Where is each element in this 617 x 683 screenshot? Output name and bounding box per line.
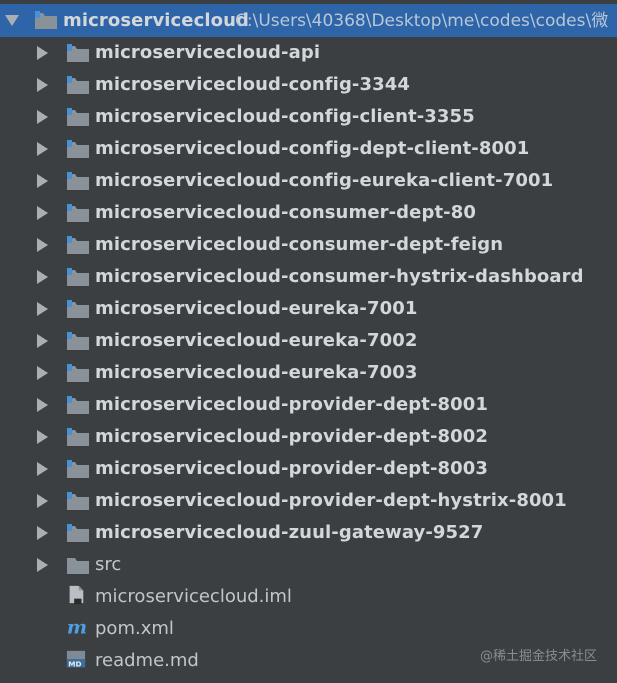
module-folder-icon bbox=[67, 332, 89, 350]
module-folder-icon bbox=[67, 108, 89, 126]
module-name: microservicecloud-eureka-7003 bbox=[95, 362, 418, 383]
tree-row-file[interactable]: m pom.xml bbox=[0, 613, 617, 645]
tree-row-module[interactable]: microservicecloud-provider-dept-8002 bbox=[0, 421, 617, 453]
tree-row-module[interactable]: microservicecloud-eureka-7002 bbox=[0, 325, 617, 357]
module-folder-icon bbox=[67, 492, 89, 510]
file-name: microservicecloud.iml bbox=[95, 586, 292, 607]
expand-arrow-icon[interactable] bbox=[37, 526, 48, 540]
file-name: readme.md bbox=[95, 650, 199, 671]
expand-arrow-icon[interactable] bbox=[37, 238, 48, 252]
module-name: microservicecloud-consumer-hystrix-dashb… bbox=[95, 266, 584, 287]
module-name: microservicecloud-eureka-7001 bbox=[95, 298, 418, 319]
file-name: pom.xml bbox=[95, 618, 174, 639]
tree-row-folder[interactable]: src bbox=[0, 549, 617, 581]
module-name: microservicecloud-consumer-dept-80 bbox=[95, 202, 476, 223]
tree-row-module[interactable]: microservicecloud-config-dept-client-800… bbox=[0, 133, 617, 165]
module-folder-icon bbox=[67, 268, 89, 286]
tree-row-module[interactable]: microservicecloud-api bbox=[0, 37, 617, 69]
tree-row-module[interactable]: microservicecloud-eureka-7003 bbox=[0, 357, 617, 389]
tree-row-module[interactable]: microservicecloud-zuul-gateway-9527 bbox=[0, 517, 617, 549]
module-folder-icon bbox=[67, 396, 89, 414]
svg-text:m: m bbox=[67, 617, 87, 637]
expand-arrow-icon[interactable] bbox=[37, 110, 48, 124]
tree-row-module[interactable]: microservicecloud-consumer-dept-feign bbox=[0, 229, 617, 261]
module-name: microservicecloud-eureka-7002 bbox=[95, 330, 418, 351]
tree-row-module[interactable]: microservicecloud-provider-dept-hystrix-… bbox=[0, 485, 617, 517]
maven-file-icon: m bbox=[67, 617, 87, 637]
module-name: microservicecloud-provider-dept-8001 bbox=[95, 394, 489, 415]
expand-arrow-icon[interactable] bbox=[37, 206, 48, 220]
module-name: microservicecloud-config-eureka-client-7… bbox=[95, 170, 554, 191]
module-name: microservicecloud-config-dept-client-800… bbox=[95, 138, 530, 159]
expand-arrow-icon[interactable] bbox=[37, 174, 48, 188]
tree-row-module[interactable]: microservicecloud-eureka-7001 bbox=[0, 293, 617, 325]
expand-arrow-icon[interactable] bbox=[37, 398, 48, 412]
module-name: microservicecloud-api bbox=[95, 42, 321, 63]
tree-row-module[interactable]: microservicecloud-config-eureka-client-7… bbox=[0, 165, 617, 197]
module-folder-icon bbox=[67, 172, 89, 190]
expand-arrow-icon[interactable] bbox=[37, 270, 48, 284]
tree-row-module[interactable]: microservicecloud-consumer-dept-80 bbox=[0, 197, 617, 229]
module-folder-icon bbox=[67, 236, 89, 254]
module-folder-icon bbox=[67, 364, 89, 382]
project-name: microservicecloud bbox=[63, 10, 250, 31]
module-folder-icon bbox=[67, 428, 89, 446]
expand-arrow-icon[interactable] bbox=[37, 46, 48, 60]
expand-arrow-icon[interactable] bbox=[37, 462, 48, 476]
module-folder-icon bbox=[67, 460, 89, 478]
expand-arrow-icon[interactable] bbox=[37, 142, 48, 156]
module-name: microservicecloud-consumer-dept-feign bbox=[95, 234, 504, 255]
tree-row-project-root[interactable]: microservicecloud C:\Users\40368\Desktop… bbox=[0, 4, 617, 37]
markdown-file-icon: MD bbox=[66, 650, 86, 668]
module-folder-icon bbox=[67, 76, 89, 94]
expand-arrow-icon[interactable] bbox=[37, 302, 48, 316]
module-folder-icon bbox=[67, 204, 89, 222]
expand-arrow-icon[interactable] bbox=[37, 494, 48, 508]
expand-arrow-icon[interactable] bbox=[37, 366, 48, 380]
tree-row-module[interactable]: microservicecloud-config-client-3355 bbox=[0, 101, 617, 133]
module-folder-icon bbox=[67, 44, 89, 62]
tree-row-module[interactable]: microservicecloud-provider-dept-8003 bbox=[0, 453, 617, 485]
module-name: microservicecloud-config-client-3355 bbox=[95, 106, 475, 127]
tree-row-module[interactable]: microservicecloud-provider-dept-8001 bbox=[0, 389, 617, 421]
module-folder-icon bbox=[35, 11, 57, 29]
project-path: C:\Users\40368\Desktop\me\codes\codes\微 bbox=[235, 11, 609, 31]
module-folder-icon bbox=[67, 140, 89, 158]
module-name: microservicecloud-provider-dept-hystrix-… bbox=[95, 490, 567, 511]
expand-arrow-icon[interactable] bbox=[37, 334, 48, 348]
tree-row-file[interactable]: microservicecloud.iml bbox=[0, 581, 617, 613]
collapse-arrow-icon[interactable] bbox=[5, 15, 19, 26]
iml-file-icon bbox=[69, 585, 84, 605]
module-name: microservicecloud-zuul-gateway-9527 bbox=[95, 522, 484, 543]
tree-row-module[interactable]: microservicecloud-consumer-hystrix-dashb… bbox=[0, 261, 617, 293]
project-tree: microservicecloud C:\Users\40368\Desktop… bbox=[0, 0, 617, 683]
expand-arrow-icon[interactable] bbox=[37, 78, 48, 92]
watermark-text: @稀土掘金技术社区 bbox=[479, 649, 597, 664]
module-folder-icon bbox=[67, 300, 89, 318]
module-name: microservicecloud-provider-dept-8003 bbox=[95, 458, 489, 479]
folder-name: src bbox=[95, 554, 122, 575]
module-name: microservicecloud-provider-dept-8002 bbox=[95, 426, 489, 447]
svg-text:MD: MD bbox=[68, 659, 81, 668]
module-folder-icon bbox=[67, 524, 89, 542]
expand-arrow-icon[interactable] bbox=[37, 558, 48, 572]
folder-icon bbox=[67, 558, 89, 574]
tree-row-module[interactable]: microservicecloud-config-3344 bbox=[0, 69, 617, 101]
expand-arrow-icon[interactable] bbox=[37, 430, 48, 444]
module-name: microservicecloud-config-3344 bbox=[95, 74, 410, 95]
